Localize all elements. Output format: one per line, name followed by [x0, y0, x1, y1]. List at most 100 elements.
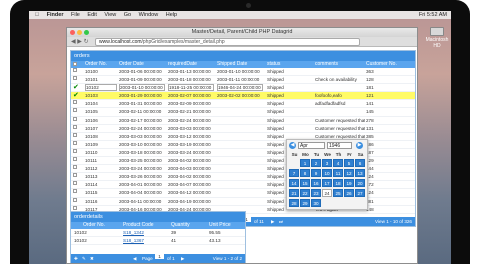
calendar-day[interactable]: 22	[300, 189, 310, 197]
table-row[interactable]: 10101 2003-01-09 00:00:00 2003-01-18 00:00…	[71, 76, 415, 85]
calendar-day[interactable]: 27	[355, 189, 365, 197]
back-icon[interactable]: ◀	[71, 39, 76, 45]
menu-go[interactable]: Go	[124, 11, 131, 19]
row-checkbox[interactable]	[73, 132, 77, 137]
detail-next-icon[interactable]: ▶	[181, 254, 185, 263]
calendar-day[interactable]: 15	[300, 179, 310, 187]
orderdetails-col-header[interactable]: Product Code	[123, 222, 169, 229]
checkmark-icon[interactable]: ✔	[73, 84, 79, 92]
row-checkbox[interactable]	[73, 100, 77, 105]
calendar-day[interactable]: 28	[289, 199, 299, 207]
table-row[interactable]: 10100 2003-01-06 00:00:00 2003-01-13 00:00…	[71, 68, 415, 77]
desktop-drive-icon[interactable]: Macintosh HD	[425, 27, 449, 49]
orderdetails-col-header[interactable]: Quantity	[171, 222, 207, 229]
table-cell[interactable]: 1946-04-24 00:00:00	[217, 84, 263, 92]
row-checkbox[interactable]	[73, 116, 77, 121]
table-row[interactable]: 10105 2003-02-11 00:00:00 2003-02-21 00:00…	[71, 108, 415, 117]
row-checkbox[interactable]	[73, 68, 77, 72]
row-checkbox[interactable]	[73, 165, 77, 170]
row-checkbox[interactable]	[73, 189, 77, 194]
row-checkbox[interactable]	[73, 157, 77, 162]
table-row[interactable]: 10107 2003-02-24 00:00:00 2003-03-03 00:00…	[71, 124, 415, 133]
datepicker-prev-icon[interactable]: ◀	[289, 142, 296, 149]
row-checkbox[interactable]	[73, 173, 77, 178]
pager-next-icon[interactable]: ▶	[271, 217, 275, 226]
calendar-day[interactable]: 13	[355, 169, 365, 177]
calendar-day[interactable]: 26	[344, 189, 354, 197]
table-cell[interactable]: 1918-11-25 00:00:00	[168, 84, 214, 92]
detail-edit-icon[interactable]: ✎	[82, 254, 86, 263]
calendar-day[interactable]: 8	[300, 169, 310, 177]
reload-icon[interactable]: ↻	[84, 39, 89, 45]
pager-last-icon[interactable]: ⏭	[279, 217, 283, 226]
calendar-day[interactable]: 7	[289, 169, 299, 177]
calendar-day[interactable]: 24	[322, 189, 332, 197]
calendar-day[interactable]: 1	[300, 159, 310, 167]
calendar-day[interactable]: 20	[355, 179, 365, 187]
datepicker-month-select[interactable]: Apr	[298, 142, 325, 149]
address-bar[interactable]: www.localhost.com/phpGrid/examples/maste…	[95, 38, 360, 46]
orders-col-header[interactable]: comments	[315, 61, 365, 68]
apple-menu-icon[interactable]: 	[35, 11, 39, 19]
calendar-day[interactable]: 6	[355, 159, 365, 167]
orders-col-header[interactable]: Order Date	[119, 61, 165, 68]
orderdetails-col-header[interactable]: Order No.	[83, 222, 121, 229]
table-cell[interactable]: S18_1367	[123, 237, 169, 245]
calendar-day[interactable]: 17	[322, 179, 332, 187]
calendar-day[interactable]: 9	[311, 169, 321, 177]
calendar-day[interactable]: 23	[311, 189, 321, 197]
table-row[interactable]: ✔ 10102 2003-01-10 00:00:00 1918-11-25 00:0…	[71, 84, 415, 93]
orders-col-header[interactable]: Shipped Date	[217, 61, 263, 68]
calendar-day[interactable]: 25	[333, 189, 343, 197]
detail-add-icon[interactable]: ✚	[74, 254, 78, 263]
row-checkbox[interactable]	[73, 140, 77, 145]
table-row[interactable]: 10104 2003-01-31 00:00:00 2003-02-09 00:00…	[71, 100, 415, 109]
orders-col-header[interactable]: Order No.	[85, 61, 117, 68]
calendar-day[interactable]: 12	[344, 169, 354, 177]
table-cell[interactable]: 10102	[85, 84, 117, 92]
row-checkbox[interactable]	[73, 108, 77, 113]
table-row[interactable]: 10102 S18_1367 41 43.13	[71, 237, 245, 246]
calendar-day[interactable]: 4	[333, 159, 343, 167]
table-cell[interactable]: S18_1342	[123, 229, 169, 237]
calendar-day[interactable]: 18	[333, 179, 343, 187]
close-icon[interactable]	[70, 30, 75, 35]
table-row[interactable]: 10106 2003-02-17 00:00:00 2003-02-24 00:00…	[71, 116, 415, 125]
checkmark-icon[interactable]: ✔	[73, 92, 79, 100]
row-checkbox[interactable]	[73, 181, 77, 186]
row-checkbox[interactable]	[73, 76, 77, 81]
menu-file[interactable]: File	[71, 11, 80, 19]
detail-prev-icon[interactable]: ◀	[133, 254, 137, 263]
menu-app-name[interactable]: Finder	[47, 11, 64, 19]
datepicker-year-select[interactable]: 1946	[327, 142, 352, 149]
forward-icon[interactable]: ▶	[77, 39, 82, 45]
calendar-day[interactable]: 5	[344, 159, 354, 167]
calendar-day[interactable]: 30	[311, 199, 321, 207]
row-checkbox[interactable]	[73, 124, 77, 129]
table-cell[interactable]: 2003-01-10 00:00:00	[119, 84, 165, 92]
table-row[interactable]: 10102 S18_1342 39 95.55	[71, 229, 245, 238]
calendar-day[interactable]: 2	[311, 159, 321, 167]
row-checkbox[interactable]	[73, 148, 77, 153]
menu-view[interactable]: View	[104, 11, 116, 19]
calendar-day[interactable]: 3	[322, 159, 332, 167]
orders-col-header[interactable]: status	[267, 61, 311, 68]
orders-col-header[interactable]: requiredDate	[168, 61, 214, 68]
calendar-day[interactable]: 29	[300, 199, 310, 207]
table-row[interactable]: ✔ 10103 2003-01-29 00:00:00 2003-02-07 00:0…	[71, 92, 415, 101]
row-checkbox[interactable]	[73, 205, 77, 210]
menu-edit[interactable]: Edit	[87, 11, 96, 19]
row-checkbox[interactable]	[73, 197, 77, 202]
menu-window[interactable]: Window	[139, 11, 159, 19]
minimize-icon[interactable]	[77, 30, 82, 35]
orderdetails-col-header[interactable]: Unit Price	[209, 222, 245, 229]
select-all-checkbox[interactable]	[73, 62, 77, 66]
zoom-icon[interactable]	[84, 30, 89, 35]
calendar-day[interactable]: 11	[333, 169, 343, 177]
calendar-day[interactable]: 10	[322, 169, 332, 177]
calendar-day[interactable]: 21	[289, 189, 299, 197]
calendar-day[interactable]: 19	[344, 179, 354, 187]
detail-delete-icon[interactable]: ✖	[90, 254, 94, 263]
calendar-day[interactable]: 14	[289, 179, 299, 187]
orders-col-header[interactable]: Customer No.	[366, 61, 397, 68]
